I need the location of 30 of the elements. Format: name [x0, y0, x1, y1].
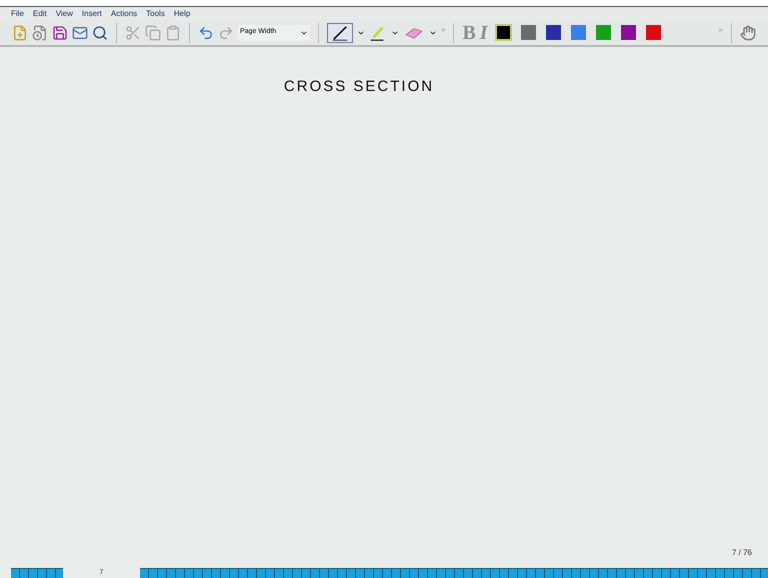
- color-swatch[interactable]: [620, 24, 637, 41]
- color-swatch[interactable]: [594, 24, 612, 41]
- clipboard-icon[interactable]: [165, 24, 181, 40]
- menu-item[interactable]: File: [11, 8, 24, 20]
- page-thumbnails[interactable]: [11, 568, 63, 578]
- search-icon[interactable]: [92, 24, 108, 40]
- color-swatch[interactable]: [544, 24, 562, 41]
- handwritten-heading: CROSS SECTION: [284, 77, 434, 97]
- hand-icon[interactable]: [740, 24, 756, 40]
- menu-item[interactable]: Insert: [82, 8, 102, 20]
- menu-item[interactable]: View: [56, 8, 73, 20]
- mail-icon[interactable]: [72, 24, 88, 40]
- copy-icon[interactable]: [145, 24, 161, 40]
- scissors-icon[interactable]: [125, 24, 141, 40]
- undo-icon[interactable]: [198, 24, 214, 40]
- menu-item[interactable]: Edit: [32, 8, 47, 20]
- color-swatch[interactable]: [570, 24, 587, 41]
- page-counter: 7 / 76: [732, 547, 752, 559]
- save-icon[interactable]: [52, 24, 68, 40]
- color-swatch[interactable]: [644, 24, 662, 41]
- page-clock-icon[interactable]: [32, 24, 48, 40]
- color-swatch[interactable]: [494, 24, 512, 41]
- new-page-icon[interactable]: [12, 24, 28, 40]
- redo-icon[interactable]: [218, 24, 234, 40]
- color-swatch[interactable]: [520, 24, 537, 41]
- pen-tool-icon[interactable]: [327, 22, 353, 42]
- page-thumbnails[interactable]: [140, 568, 768, 578]
- menu-item[interactable]: Actions: [110, 8, 138, 20]
- menu-item[interactable]: Help: [174, 8, 190, 20]
- menu-item[interactable]: Tools: [146, 8, 165, 20]
